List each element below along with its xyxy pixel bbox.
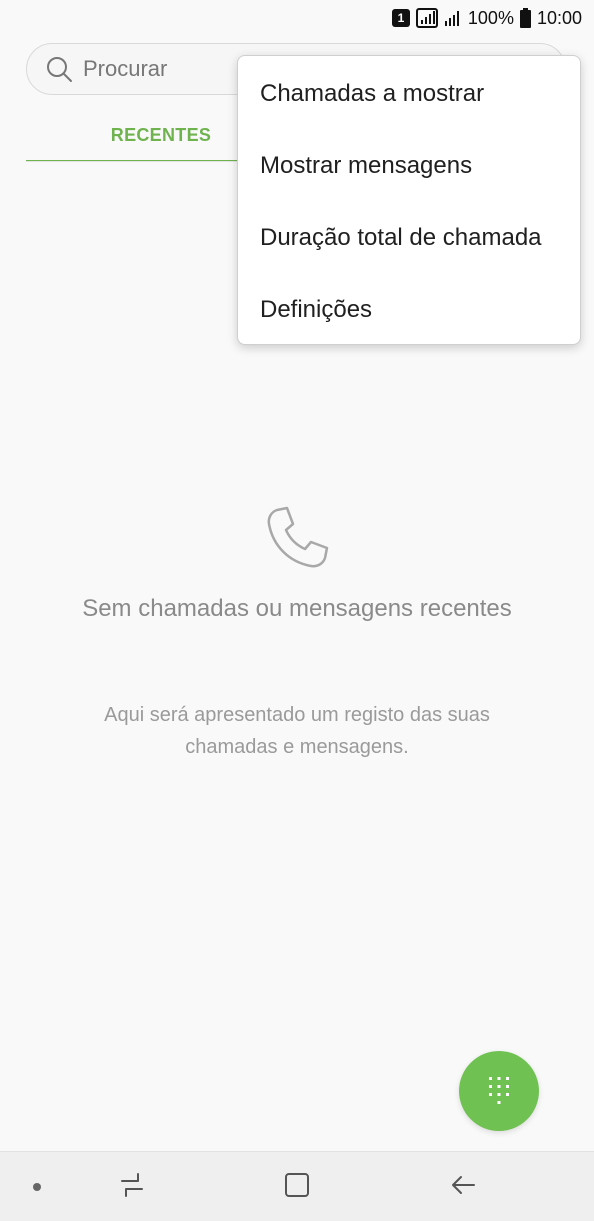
recents-button[interactable] bbox=[110, 1165, 154, 1209]
clock: 10:00 bbox=[536, 8, 582, 28]
nav-dot-indicator bbox=[33, 1183, 41, 1191]
menu-item-calls-to-show[interactable]: Chamadas a mostrar bbox=[238, 58, 580, 130]
battery-percent: 100% bbox=[467, 8, 514, 28]
dialpad-icon bbox=[486, 1074, 512, 1108]
overflow-menu: Chamadas a mostrar Mostrar mensagens Dur… bbox=[237, 55, 581, 345]
home-icon bbox=[283, 1171, 311, 1204]
navigation-bar bbox=[0, 1151, 594, 1221]
battery-icon bbox=[519, 8, 531, 28]
dialpad-button[interactable] bbox=[459, 1051, 539, 1131]
signal-bars-icon bbox=[444, 9, 462, 27]
empty-state-description: Aqui será apresentado um registo das sua… bbox=[104, 704, 490, 758]
recents-icon bbox=[118, 1172, 146, 1203]
search-icon bbox=[45, 55, 73, 83]
back-button[interactable] bbox=[441, 1165, 485, 1209]
home-button[interactable] bbox=[275, 1165, 319, 1209]
menu-item-total-call-duration[interactable]: Duração total de chamada bbox=[238, 202, 580, 274]
signal-box-icon bbox=[415, 8, 438, 28]
phone-icon bbox=[259, 500, 335, 576]
sim-badge-icon: 1 bbox=[391, 9, 410, 27]
back-icon bbox=[449, 1173, 477, 1202]
empty-state: Sem chamadas ou mensagens recentes Aqui … bbox=[0, 500, 594, 763]
status-bar: 1 100% 10:00 bbox=[0, 0, 594, 36]
menu-item-settings[interactable]: Definições bbox=[238, 274, 580, 346]
menu-item-show-messages[interactable]: Mostrar mensagens bbox=[238, 130, 580, 202]
empty-state-title: Sem chamadas ou mensagens recentes bbox=[82, 595, 512, 622]
